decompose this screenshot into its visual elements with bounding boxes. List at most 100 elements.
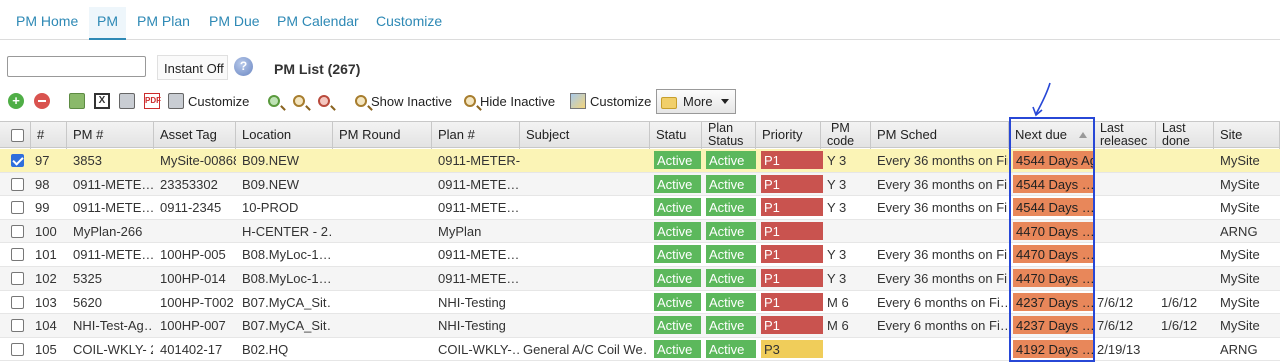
search-button[interactable] (293, 89, 305, 113)
hide-inactive-button[interactable]: Hide Inactive (464, 89, 555, 113)
header-select-all[interactable] (0, 122, 31, 149)
header-location[interactable]: Location (236, 122, 333, 149)
header-last-released[interactable]: Last releasec (1094, 122, 1156, 149)
cell-pm-num: 3853 (73, 153, 102, 168)
status-badge: Active (654, 245, 701, 264)
cell-pm-sched: Every 6 months on Fi… (877, 294, 1008, 310)
header-next-due[interactable]: Next due (1009, 122, 1094, 149)
table-row[interactable]: 99 0911-METE… 0911-2345 10-PROD 0911-METE… Y … (0, 196, 1280, 220)
cell-num: 97 (35, 153, 50, 168)
print-button[interactable] (119, 89, 135, 113)
search-input[interactable] (7, 56, 146, 77)
cell-num: 101 (35, 247, 57, 263)
header-site[interactable]: Site (1214, 122, 1280, 149)
table-row[interactable]: 102 5325 100HP-014 B08.MyLoc-1… 0911-METE… Y … (0, 267, 1280, 291)
cell-site: MySite (1220, 271, 1260, 286)
header-num[interactable]: # (31, 122, 67, 149)
table-row[interactable]: 97 3853 MySite-00868 B09.NEW 0911-METER-3 Y 3… (0, 149, 1280, 173)
header-plan-num[interactable]: Plan # (432, 122, 520, 149)
row-checkbox[interactable] (11, 224, 24, 238)
plan-status-badge: Active (706, 245, 756, 264)
cell-pm-sched: Every 36 months on Fi… (877, 176, 1008, 192)
table-row[interactable]: 103 5620 100HP-T002 B07.MyCA_Sit… NHI-Testin… (0, 290, 1280, 315)
show-inactive-button[interactable]: Show Inactive (355, 89, 452, 113)
customize-columns-button[interactable]: Customize (570, 89, 651, 113)
question-circle-icon[interactable]: ? (234, 57, 253, 76)
header-pm-num[interactable]: PM # (67, 122, 154, 149)
tab-pm[interactable]: PM (89, 7, 126, 40)
cell-pm-code: M 6 (827, 294, 849, 310)
table-row[interactable]: 104 NHI-Test-Ag… 100HP-007 B07.MyCA_Sit… NHI… (0, 314, 1280, 338)
cell-plan-num: 0911-METE… (438, 176, 520, 192)
cell-last-done (1161, 173, 1213, 196)
tab-pm-due[interactable]: PM Due (201, 7, 268, 40)
delete-button[interactable] (34, 89, 50, 113)
priority-badge: P1 (761, 316, 823, 335)
header-pm-round[interactable]: PM Round (333, 122, 432, 149)
plan-status-badge: Active (706, 316, 756, 335)
magnifier-icon (355, 95, 367, 107)
tab-customize[interactable]: Customize (368, 7, 450, 40)
import-button[interactable] (69, 89, 85, 113)
next-due-badge: 4544 Days … (1013, 198, 1093, 217)
cell-location: H-CENTER - 2… (242, 223, 332, 239)
select-all-checkbox[interactable] (11, 129, 24, 142)
cell-num: 103 (35, 294, 57, 310)
zoom-in-button[interactable] (268, 89, 280, 113)
header-pm-code[interactable]: PM code (821, 122, 871, 149)
add-button[interactable]: + (8, 89, 24, 113)
zoom-in-icon (268, 95, 280, 107)
table-row[interactable]: 105 COIL-WKLY- 2 401402-17 B02.HQ COIL-WKLY-… (0, 337, 1280, 362)
header-last-done[interactable]: Last done (1156, 122, 1214, 149)
header-asset-tag[interactable]: Asset Tag (154, 122, 236, 149)
table-row[interactable]: 98 0911-METE… 23353302 B09.NEW 0911-METE… Y 3… (0, 172, 1280, 197)
table-row[interactable]: 101 0911-METE… 100HP-005 B08.MyLoc-1… 0911-M… (0, 243, 1280, 267)
status-badge: Active (654, 151, 701, 169)
cell-subject (523, 267, 648, 290)
cell-plan-num: 0911-METE… (438, 247, 520, 263)
row-checkbox[interactable] (11, 295, 24, 309)
cell-asset-tag: MySite-00868 (160, 153, 236, 168)
header-last-done-line2: done (1162, 134, 1190, 148)
row-checkbox[interactable] (11, 248, 24, 262)
cell-pm-num: 0911-METE… (73, 247, 153, 263)
row-checkbox[interactable] (11, 272, 24, 285)
plan-status-badge: Active (706, 198, 756, 217)
priority-badge: P1 (761, 269, 823, 287)
excel-button[interactable]: X (94, 89, 110, 113)
cell-pm-num: NHI-Test-Ag… (73, 318, 153, 334)
instant-search-toggle[interactable]: Instant Off (157, 55, 228, 80)
cell-asset-tag: 100HP-005 (160, 247, 226, 263)
row-checkbox[interactable] (11, 154, 24, 167)
plus-icon: + (8, 93, 24, 109)
row-checkbox[interactable] (11, 201, 24, 215)
row-checkbox[interactable] (11, 177, 24, 191)
cell-site: MySite (1220, 200, 1260, 216)
header-subject[interactable]: Subject (520, 122, 650, 149)
pdf-button[interactable]: PDF (144, 89, 161, 113)
tab-pm-calendar[interactable]: PM Calendar (269, 7, 367, 40)
tab-pm-home[interactable]: PM Home (8, 7, 86, 40)
more-dropdown[interactable]: More (656, 89, 736, 114)
row-checkbox[interactable] (11, 342, 24, 356)
cell-last-done (1161, 243, 1213, 266)
header-pm-sched[interactable]: PM Sched (871, 122, 1009, 149)
cell-last-released (1097, 220, 1155, 243)
module-tabs: PM Home PM PM Plan PM Due PM Calendar Cu… (0, 0, 1280, 40)
cell-pm-num: 0911-METE… (73, 176, 153, 192)
cell-subject: General A/C Coil We… (523, 341, 648, 357)
tab-pm-plan[interactable]: PM Plan (129, 7, 198, 40)
hide-inactive-label: Hide Inactive (480, 93, 556, 109)
row-checkbox[interactable] (11, 319, 24, 333)
more-label: More (683, 94, 713, 109)
customize-icon (570, 93, 586, 109)
zoom-out-button[interactable] (318, 89, 330, 113)
header-last-released-line2: releasec (1100, 134, 1148, 148)
header-status[interactable]: Statu (650, 122, 702, 149)
header-plan-status[interactable]: Plan Status (702, 122, 756, 149)
cell-last-released (1097, 267, 1155, 290)
table-row[interactable]: 100 MyPlan-266 H-CENTER - 2… MyPlan ARNG Acti… (0, 219, 1280, 244)
next-due-badge: 4470 Days … (1013, 269, 1093, 287)
customize-print-button[interactable]: Customize (168, 89, 249, 113)
header-priority[interactable]: Priority (756, 122, 821, 149)
